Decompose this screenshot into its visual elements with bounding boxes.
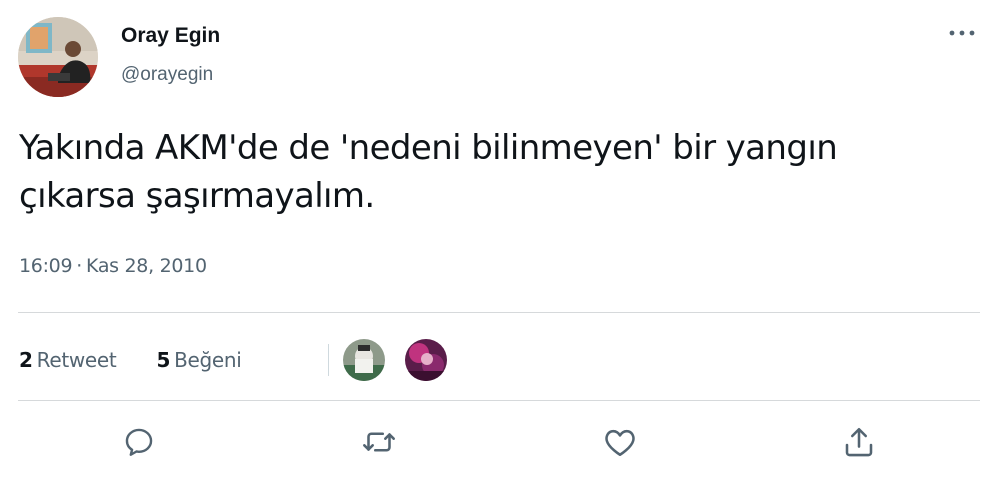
engagement-stats: 2 Retweet 5 Beğeni xyxy=(19,342,242,378)
like-icon xyxy=(605,429,635,457)
share-icon xyxy=(845,427,873,457)
liker-avatar-1-icon xyxy=(343,339,385,381)
divider xyxy=(18,400,980,401)
like-stat[interactable]: 5 Beğeni xyxy=(156,348,241,372)
more-dots-icon xyxy=(949,30,975,36)
liker-avatar[interactable] xyxy=(405,339,447,381)
reply-button[interactable] xyxy=(117,420,161,464)
reply-icon xyxy=(125,428,153,456)
like-count: 5 xyxy=(156,348,171,372)
retweet-count: 2 xyxy=(19,348,33,372)
retweet-label: Retweet xyxy=(36,348,117,372)
stats-separator xyxy=(328,344,329,376)
profile-photo-icon xyxy=(18,17,98,97)
like-button[interactable] xyxy=(598,420,642,464)
tweet-date: Kas 28, 2010 xyxy=(86,255,207,277)
divider xyxy=(18,312,980,313)
share-button[interactable] xyxy=(837,420,881,464)
tweet-timestamp[interactable]: 16:09 · Kas 28, 2010 xyxy=(19,255,207,277)
tweet-text-line: çıkarsa şaşırmayalım. xyxy=(19,176,375,216)
like-label: Beğeni xyxy=(174,348,242,372)
tweet-time: 16:09 xyxy=(19,255,73,277)
liker-avatar-2-icon xyxy=(405,339,447,381)
more-options-button[interactable] xyxy=(944,18,980,48)
tweet-text-line: Yakında AKM'de de 'nedeni bilinmeyen' bi… xyxy=(19,128,838,168)
retweet-stat[interactable]: 2 Retweet xyxy=(19,348,117,372)
meta-separator: · xyxy=(76,255,83,277)
author-handle[interactable]: @orayegin xyxy=(121,64,213,86)
author-avatar[interactable] xyxy=(18,17,98,97)
author-name[interactable]: Oray Egin xyxy=(121,24,220,48)
retweet-button[interactable] xyxy=(357,420,401,464)
tweet-card: Oray Egin @orayegin Yakında AKM'de de 'n… xyxy=(0,0,1000,482)
retweet-icon xyxy=(363,432,395,452)
liker-avatar[interactable] xyxy=(343,339,385,381)
tweet-text: Yakında AKM'de de 'nedeni bilinmeyen' bi… xyxy=(19,124,919,220)
